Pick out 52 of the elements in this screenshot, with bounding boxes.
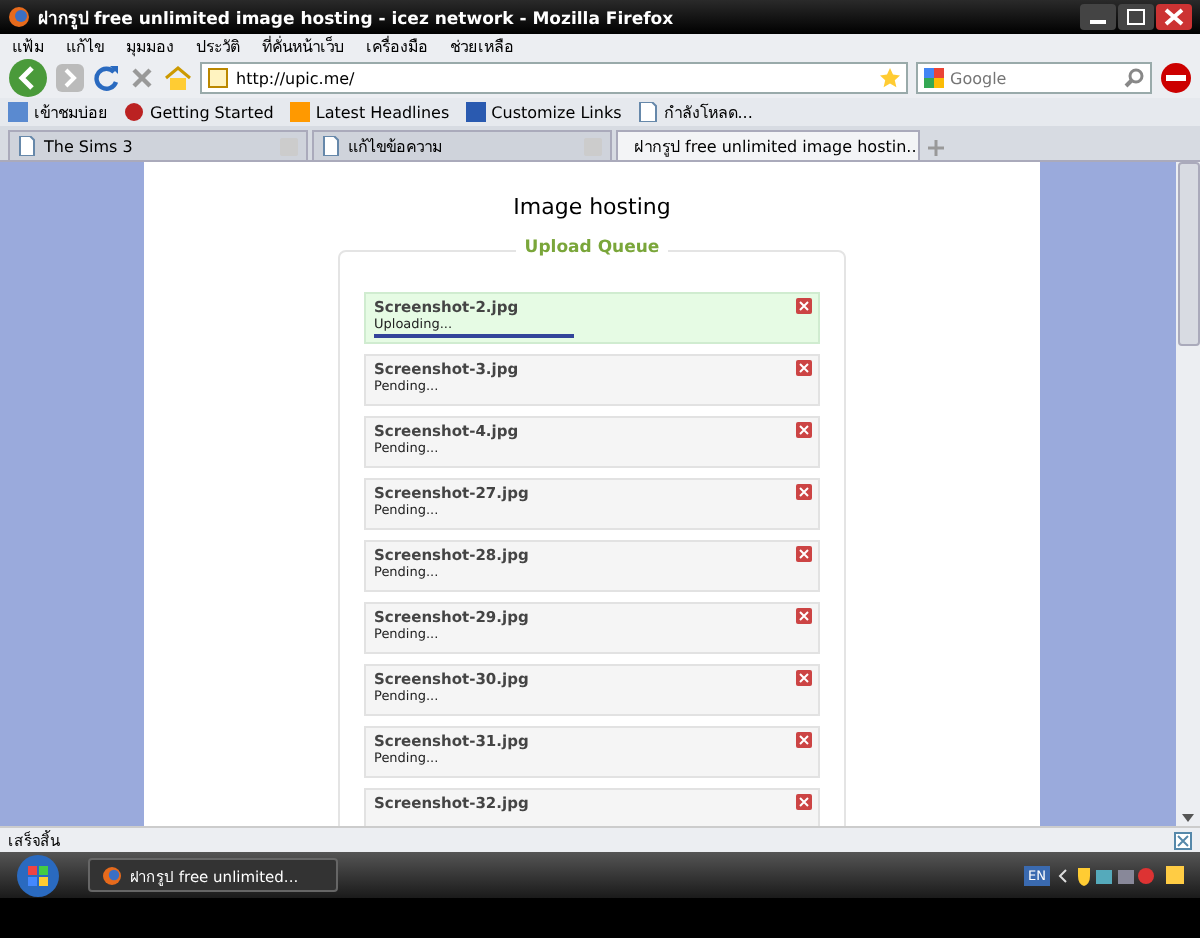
remove-icon[interactable] xyxy=(796,794,812,810)
address-bar[interactable]: http://upic.me/ xyxy=(200,62,908,94)
bookmark-link[interactable]: Latest Headlines xyxy=(315,103,450,121)
search-icon[interactable] xyxy=(1124,68,1144,88)
queue-title: Upload Queue xyxy=(516,238,668,258)
firefox-icon xyxy=(8,6,30,28)
window-title: ฝากรูป free unlimited image hosting - icez network - Mozilla Firefox xyxy=(38,7,674,31)
star-icon[interactable] xyxy=(880,68,900,88)
remove-icon[interactable] xyxy=(796,546,812,562)
bookmark-link[interactable]: Getting Started xyxy=(150,103,274,121)
scrollbar-thumb[interactable] xyxy=(1177,162,1199,346)
bookmark-icon xyxy=(124,102,144,122)
stop-icon[interactable] xyxy=(128,64,156,92)
browser-tab[interactable]: ฝากรูป free unlimited image hostin... xyxy=(616,130,920,160)
back-icon[interactable] xyxy=(8,58,48,98)
search-field[interactable]: Google xyxy=(916,62,1152,94)
remove-icon[interactable] xyxy=(796,298,812,314)
start-button-icon[interactable] xyxy=(16,853,60,897)
menu-item[interactable]: ประวัติ xyxy=(196,33,240,59)
menu-item[interactable]: ที่คั่นหน้าเว็บ xyxy=(262,33,344,59)
menu-item[interactable]: ช่วยเหลือ xyxy=(450,33,514,59)
maximize-button[interactable] xyxy=(1118,4,1154,30)
bookmark-icon xyxy=(289,102,310,122)
menu-item[interactable]: มุมมอง xyxy=(126,33,174,59)
remove-icon[interactable] xyxy=(796,484,812,500)
page-icon xyxy=(18,136,36,156)
menu-item[interactable]: แฟ้ม xyxy=(12,33,44,59)
bookmark-link[interactable]: เข้าชมบ่อย xyxy=(34,99,108,125)
adblock-icon[interactable] xyxy=(1160,62,1192,94)
menu-item[interactable]: แก้ไข xyxy=(66,33,104,59)
remove-icon[interactable] xyxy=(796,670,812,686)
minimize-button[interactable] xyxy=(1080,4,1116,30)
remove-icon[interactable] xyxy=(796,732,812,748)
close-button[interactable] xyxy=(1156,4,1192,30)
scrollbar[interactable] xyxy=(1176,162,1200,826)
bookmark-icon xyxy=(637,102,658,122)
page-icon xyxy=(322,136,340,156)
remove-icon[interactable] xyxy=(796,608,812,624)
menu-item[interactable]: เครื่องมือ xyxy=(366,33,428,59)
browser-tab[interactable]: แก้ไขข้อความ xyxy=(312,130,612,160)
bookmark-link[interactable]: กำลังโหลด... xyxy=(663,99,753,125)
remove-icon[interactable] xyxy=(796,422,812,438)
tray-icons-drawing[interactable] xyxy=(1058,865,1158,885)
bookmark-link[interactable]: Customize Links xyxy=(491,103,622,121)
remove-icon[interactable] xyxy=(796,360,812,376)
bookmark-icon xyxy=(8,102,28,122)
reload-icon[interactable] xyxy=(92,64,120,92)
page-heading: Image hosting xyxy=(513,194,671,220)
site-icon xyxy=(208,68,228,88)
bookmark-icon xyxy=(465,102,486,122)
browser-tab[interactable]: The Sims 3 xyxy=(8,130,308,160)
firefox-icon xyxy=(102,865,122,885)
